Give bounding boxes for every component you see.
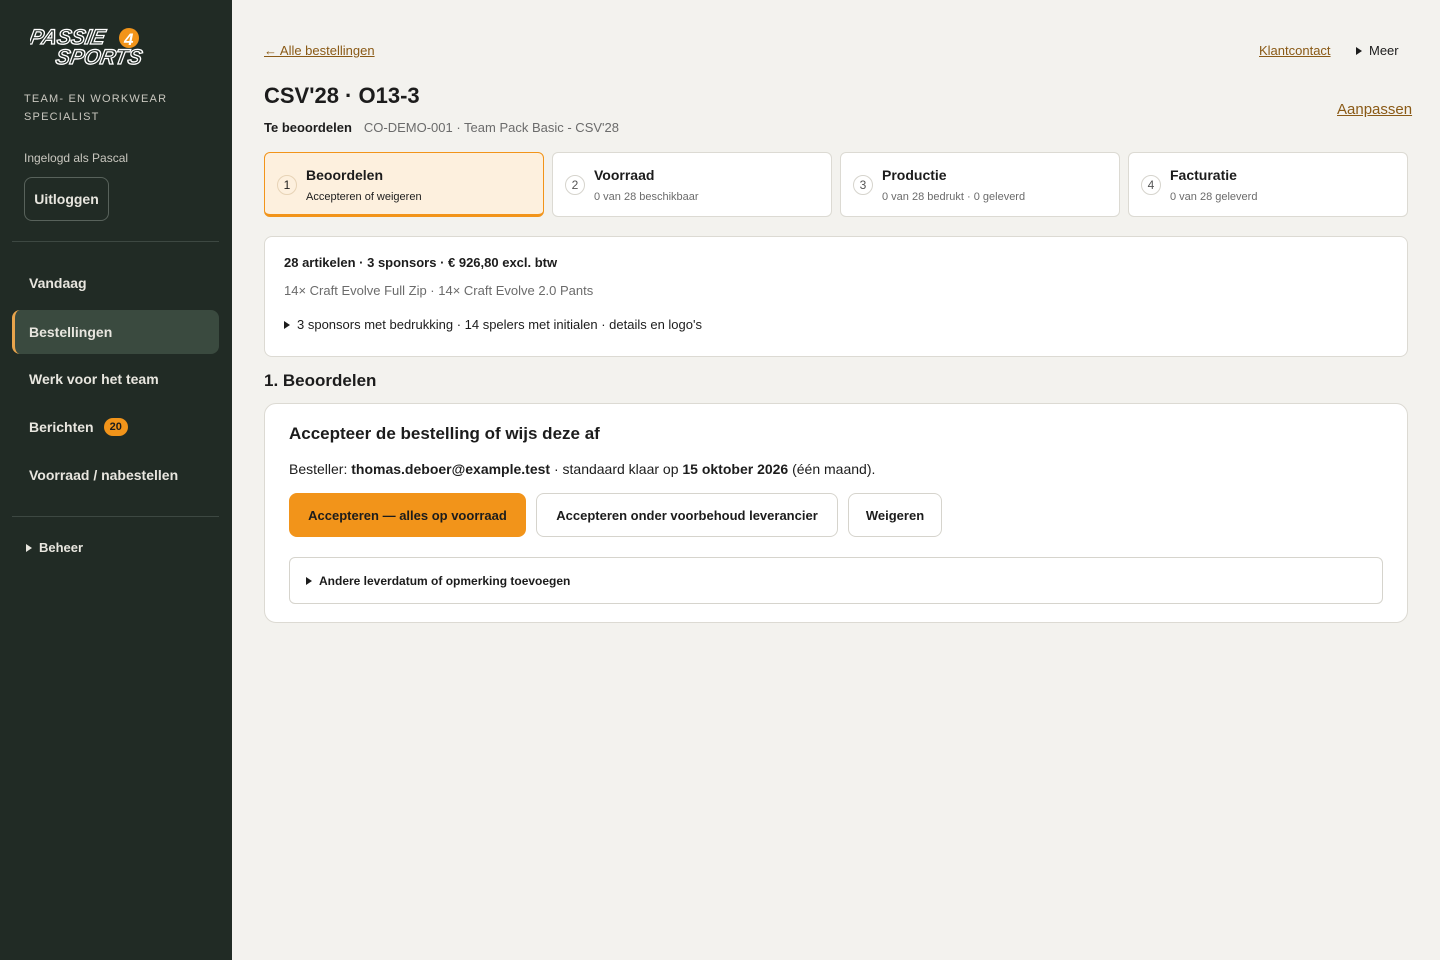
step-title: Voorraad	[594, 167, 655, 183]
step-number: 1	[277, 175, 297, 195]
step-number: 4	[1141, 175, 1161, 195]
step-facturatie[interactable]: 4 Facturatie 0 van 28 geleverd	[1128, 152, 1408, 217]
step-title: Beoordelen	[306, 167, 384, 183]
step-subtitle: 0 van 28 beschikbaar	[594, 191, 699, 203]
step-subtitle: 0 van 28 geleverd	[1170, 191, 1258, 203]
sidebar-item-werk-voor-het-team[interactable]: Werk voor het team	[12, 357, 219, 401]
step-number: 3	[853, 175, 873, 195]
brand-tagline: TEAM- EN WORKWEAR SPECIALIST	[24, 93, 168, 123]
section-title: 1. Beoordelen	[264, 371, 377, 390]
sidebar-item-label: Vandaag	[29, 275, 87, 291]
passie4sports-logo[interactable]: PASSIE 4 SPORTS	[30, 24, 170, 68]
accept-in-stock-button[interactable]: Accepteren — alles op voorraad	[289, 493, 526, 537]
step-subtitle: 0 van 28 bedrukt · 0 geleverd	[882, 191, 1026, 203]
step-productie[interactable]: 3 Productie 0 van 28 bedrukt · 0 gelever…	[840, 152, 1120, 217]
more-menu-toggle[interactable]: Meer	[1356, 43, 1399, 58]
sidebar-item-voorraad-nabestellen[interactable]: Voorraad / nabestellen	[12, 453, 219, 497]
sidebar-divider	[12, 516, 219, 517]
ready-text: · standaard klaar op	[550, 461, 683, 477]
extra-options-label: Andere leverdatum of opmerking toevoegen	[319, 573, 571, 588]
orderer-line: Besteller: thomas.deboer@example.test · …	[289, 461, 875, 477]
unread-count-badge: 20	[103, 418, 128, 436]
back-to-orders-link[interactable]: ← Alle bestellingen	[264, 43, 375, 58]
order-meta: CO-DEMO-001 · Team Pack Basic - CSV'28	[363, 120, 619, 135]
orderer-label: Besteller:	[289, 461, 352, 477]
sidebar-item-label: Voorraad / nabestellen	[29, 467, 179, 483]
details-toggle-label: 3 sponsors met bedrukking · 14 spelers m…	[297, 317, 702, 332]
extra-options-toggle[interactable]: Andere leverdatum of opmerking toevoegen	[289, 557, 1383, 604]
orderer-email: thomas.deboer@example.test	[351, 461, 551, 477]
beheer-label: Beheer	[39, 540, 84, 555]
reject-button[interactable]: Weigeren	[848, 493, 942, 537]
disclosure-triangle-icon	[26, 543, 32, 552]
sidebar-item-berichten[interactable]: Berichten 20	[12, 405, 219, 449]
step-number: 2	[565, 175, 585, 195]
sidebar-item-label: Bestellingen	[29, 324, 113, 340]
review-card-title: Accepteer de bestelling of wijs deze af	[289, 424, 600, 443]
disclosure-triangle-icon	[306, 576, 312, 585]
logged-in-label: Ingelogd als Pascal	[24, 151, 129, 165]
edit-order-link[interactable]: Aanpassen	[1337, 101, 1412, 118]
status-label: Te beoordelen	[264, 120, 352, 135]
step-title: Productie	[882, 167, 947, 183]
order-items-line: 14× Craft Evolve Full Zip · 14× Craft Ev…	[284, 283, 594, 298]
page-title: CSV'28 · O13-3	[264, 83, 420, 108]
details-toggle[interactable]: 3 sponsors met bedrukking · 14 spelers m…	[284, 317, 702, 332]
disclosure-triangle-icon	[284, 320, 290, 329]
sidebar: PASSIE 4 SPORTS TEAM- EN WORKWEAR SPECIA…	[0, 0, 232, 960]
step-voorraad[interactable]: 2 Voorraad 0 van 28 beschikbaar	[552, 152, 832, 217]
logout-button[interactable]: Uitloggen	[24, 177, 109, 221]
customer-contact-link[interactable]: Klantcontact	[1259, 43, 1331, 58]
beheer-toggle[interactable]: Beheer	[26, 540, 83, 555]
sidebar-item-bestellingen[interactable]: Bestellingen	[12, 310, 219, 354]
review-card: Accepteer de bestelling of wijs deze af …	[264, 403, 1408, 623]
step-beoordelen[interactable]: 1 Beoordelen Accepteren of weigeren	[264, 152, 544, 217]
accept-pending-supplier-button[interactable]: Accepteren onder voorbehoud leverancier	[536, 493, 838, 537]
order-subline: Te beoordelen CO-DEMO-001 · Team Pack Ba…	[264, 120, 619, 135]
more-label: Meer	[1369, 43, 1399, 58]
order-summary-card: 28 artikelen · 3 sponsors · € 926,80 exc…	[264, 236, 1408, 357]
step-title: Facturatie	[1170, 167, 1237, 183]
order-summary-headline: 28 artikelen · 3 sponsors · € 926,80 exc…	[284, 255, 558, 270]
ready-note: (één maand).	[788, 461, 876, 477]
sidebar-item-vandaag[interactable]: Vandaag	[12, 261, 219, 305]
disclosure-triangle-icon	[1356, 46, 1362, 55]
svg-text:SPORTS: SPORTS	[54, 46, 144, 68]
ready-date: 15 oktober 2026	[682, 461, 789, 477]
sidebar-item-label: Berichten	[29, 419, 94, 435]
step-subtitle: Accepteren of weigeren	[306, 191, 422, 203]
sidebar-item-label: Werk voor het team	[29, 371, 159, 387]
sidebar-divider	[12, 241, 219, 242]
